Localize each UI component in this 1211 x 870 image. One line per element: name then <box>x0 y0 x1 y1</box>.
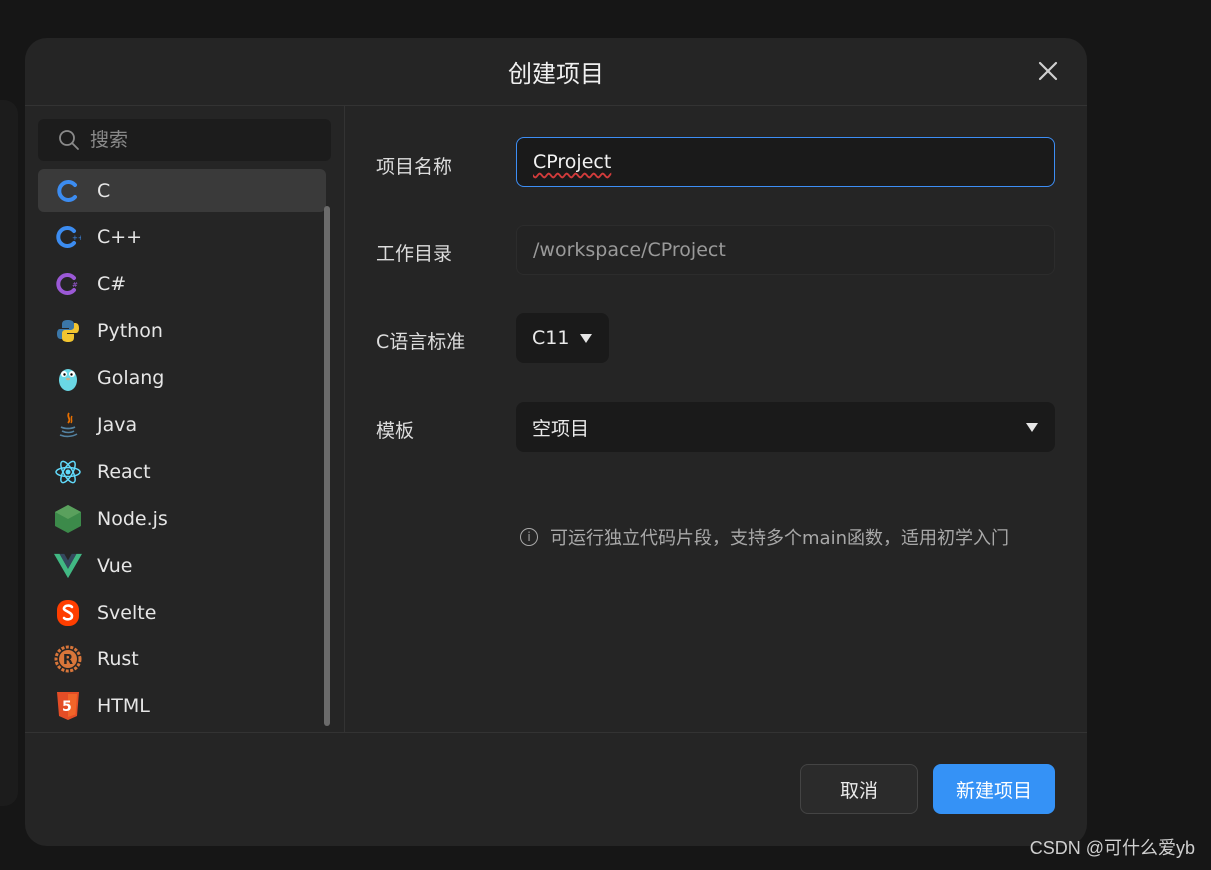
language-sidebar: C ++ C++ # C# Python <box>25 106 345 732</box>
language-item-nodejs[interactable]: Node.js <box>38 497 326 540</box>
language-item-html[interactable]: 5 HTML <box>38 685 326 728</box>
close-icon <box>1038 61 1058 81</box>
search-icon <box>59 130 79 150</box>
language-item-rust[interactable]: R Rust <box>38 638 326 681</box>
svg-text:5: 5 <box>62 699 72 715</box>
cancel-button[interactable]: 取消 <box>800 764 918 814</box>
workspace-dir-label: 工作目录 <box>376 243 453 265</box>
dialog-footer: 取消 新建项目 <box>25 732 1087 846</box>
sidebar-scrollbar[interactable] <box>324 206 330 726</box>
project-form: 项目名称 CProject 工作目录 /workspace/CProject C… <box>345 106 1087 732</box>
language-item-react[interactable]: React <box>38 450 326 493</box>
language-item-csharp[interactable]: # C# <box>38 263 326 306</box>
dropdown-caret-icon <box>1026 423 1038 432</box>
c-standard-select[interactable]: C11 <box>516 313 609 363</box>
rust-icon: R <box>54 645 82 673</box>
nodejs-icon <box>54 504 82 533</box>
c-icon <box>54 177 82 205</box>
workspace-dir-input[interactable]: /workspace/CProject <box>516 225 1055 275</box>
vue-icon <box>54 552 82 580</box>
react-icon <box>54 458 82 486</box>
create-project-button[interactable]: 新建项目 <box>933 764 1055 814</box>
svg-text:R: R <box>63 653 73 668</box>
language-item-python[interactable]: Python <box>38 310 326 353</box>
create-project-dialog: 创建项目 C ++ <box>25 38 1087 846</box>
language-item-c[interactable]: C <box>38 169 326 212</box>
template-select[interactable]: 空项目 <box>516 402 1055 452</box>
gopher-icon <box>54 364 82 392</box>
html5-icon: 5 <box>54 692 82 721</box>
template-label: 模板 <box>376 420 415 442</box>
dialog-title: 创建项目 <box>508 60 604 88</box>
search-box[interactable] <box>38 119 331 161</box>
dialog-header: 创建项目 <box>25 38 1087 106</box>
close-button[interactable] <box>1033 56 1063 86</box>
language-item-java[interactable]: Java <box>38 403 326 446</box>
template-hint: i 可运行独立代码片段，支持多个main函数，适用初学入门 <box>520 524 1009 550</box>
dropdown-caret-icon <box>580 334 592 343</box>
java-icon <box>54 411 82 439</box>
cpp-icon: ++ <box>54 223 82 251</box>
c-standard-label: C语言标准 <box>376 331 466 353</box>
search-input[interactable] <box>90 129 310 151</box>
python-icon <box>54 317 82 345</box>
project-name-input[interactable]: CProject <box>516 137 1055 187</box>
language-list: C ++ C++ # C# Python Golang Java React N… <box>38 169 326 732</box>
svg-text:++: ++ <box>72 234 81 242</box>
info-icon: i <box>520 528 538 546</box>
svg-text:#: # <box>72 281 78 289</box>
csharp-icon: # <box>54 270 82 298</box>
svelte-icon <box>54 599 82 627</box>
language-item-svelte[interactable]: Svelte <box>38 591 326 634</box>
project-name-label: 项目名称 <box>376 156 453 178</box>
language-item-cpp[interactable]: ++ C++ <box>38 216 326 259</box>
language-item-golang[interactable]: Golang <box>38 357 326 400</box>
language-item-vue[interactable]: Vue <box>38 544 326 587</box>
background-panel <box>0 100 18 806</box>
watermark: CSDN @可什么爱yb <box>1029 838 1195 858</box>
